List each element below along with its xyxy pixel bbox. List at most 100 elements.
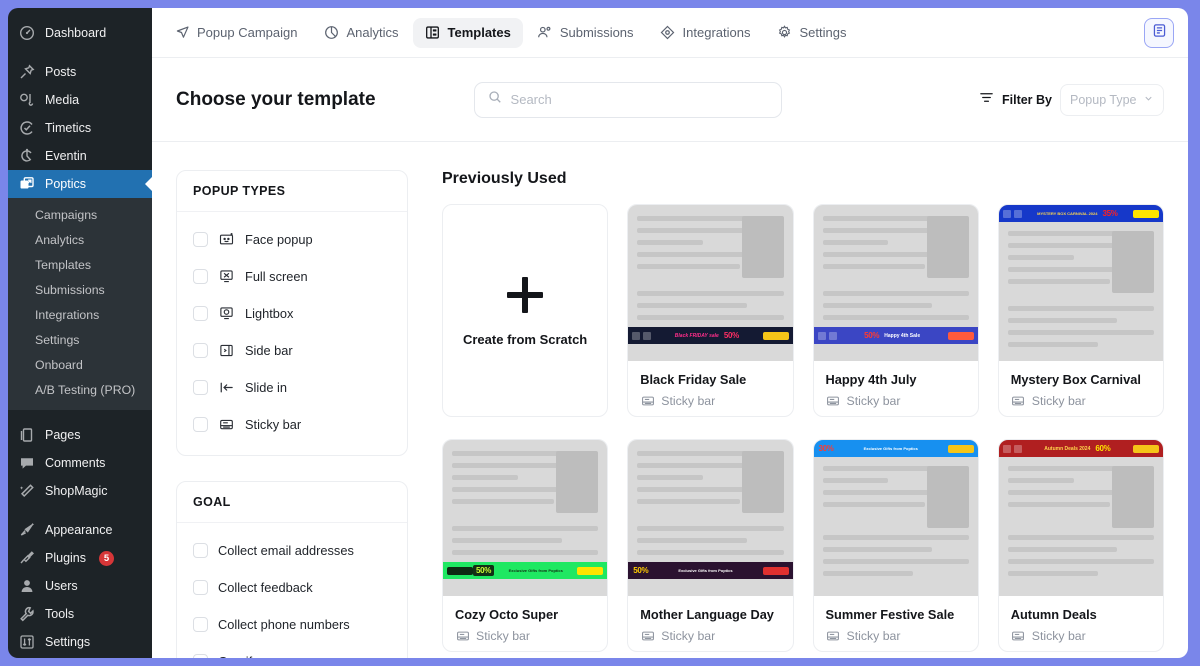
template-meta: Happy 4th July Sticky bar <box>814 361 978 408</box>
sidebar-item-tools[interactable]: Tools <box>8 600 152 628</box>
search-input[interactable] <box>510 92 768 107</box>
tab-templates[interactable]: Templates <box>412 17 523 48</box>
filter-option-face-popup[interactable]: Face popup <box>193 221 391 258</box>
sidebar-item-plugins[interactable]: Plugins 5 <box>8 544 152 572</box>
sidebar-item-label: Tools <box>45 607 75 622</box>
sidebar-item-label: Posts <box>45 64 77 79</box>
filter-option-collect-phone[interactable]: Collect phone numbers <box>193 606 391 643</box>
template-type: Sticky bar <box>846 393 901 408</box>
sticky-bar-icon <box>826 393 841 408</box>
filter-option-full-screen[interactable]: Full screen <box>193 258 391 295</box>
template-thumbnail: 50% Exclusive Gifts from Poptics <box>628 440 793 596</box>
thumbnail-image-placeholder <box>741 451 784 513</box>
book-icon <box>1152 23 1167 43</box>
checkbox[interactable] <box>193 543 208 558</box>
template-card[interactable]: Black FRIDAY sale 50% Black Friday Sale S… <box>627 204 794 417</box>
pages-icon <box>18 426 36 444</box>
template-card[interactable]: 50% Happy 4th Sale Happy 4th July Sticky … <box>812 204 979 417</box>
previously-used-heading: Previously Used <box>442 170 567 187</box>
filter-option-label: Side bar <box>245 343 293 358</box>
checkbox[interactable] <box>193 232 208 247</box>
checkbox[interactable] <box>193 380 208 395</box>
sidebar-item-posts[interactable]: Posts <box>8 58 152 86</box>
checkbox[interactable] <box>193 269 208 284</box>
filter-icon <box>979 90 994 110</box>
filter-option-label: Full screen <box>245 269 308 284</box>
submenu-item-submissions[interactable]: Submissions <box>8 278 152 303</box>
create-from-scratch-card[interactable]: Create from Scratch <box>442 204 609 417</box>
checkbox[interactable] <box>193 306 208 321</box>
banner-text: Exclusive Gifts from Poptics <box>863 446 918 451</box>
documentation-button[interactable] <box>1144 17 1174 48</box>
template-banner-preview: 30% Exclusive Gifts from Poptics <box>813 440 978 457</box>
submenu-item-settings[interactable]: Settings <box>8 328 152 353</box>
timetics-icon <box>18 119 36 137</box>
filter-controls: Filter By Popup Type <box>979 83 1164 116</box>
submenu-item-analytics[interactable]: Analytics <box>8 228 152 253</box>
tab-integrations[interactable]: Integrations <box>648 18 763 48</box>
sidebar-item-shopmagic[interactable]: ShopMagic <box>8 477 152 505</box>
template-title: Cozy Octo Super <box>455 607 559 622</box>
template-card[interactable]: 50% Exclusive Gifts from Poptics Cozy Oc… <box>442 439 609 652</box>
submenu-item-campaigns[interactable]: Campaigns <box>8 203 152 228</box>
tab-analytics[interactable]: Analytics <box>311 18 410 48</box>
template-card[interactable]: 50% Exclusive Gifts from Poptics Mother … <box>627 439 794 652</box>
sidebar-item-appearance[interactable]: Appearance <box>8 516 152 544</box>
filter-option-collect-email[interactable]: Collect email addresses <box>193 532 391 569</box>
submenu-item-templates[interactable]: Templates <box>8 253 152 278</box>
tab-popup-campaign[interactable]: Popup Campaign <box>162 18 309 48</box>
template-banner-preview: Autumn Deals 2024 60% <box>998 440 1163 457</box>
send-icon <box>174 25 190 41</box>
template-card[interactable]: MYSTERY BOX CARNIVAL 2024 35% Mystery Box… <box>997 204 1164 417</box>
filter-option-side-bar[interactable]: Side bar <box>193 332 391 369</box>
checkbox[interactable] <box>193 580 208 595</box>
thumbnail-image-placeholder <box>926 216 969 278</box>
sidebar-item-label: ShopMagic <box>45 484 108 499</box>
submenu-item-integrations[interactable]: Integrations <box>8 303 152 328</box>
side-bar-icon <box>218 342 235 359</box>
sidebar-item-users[interactable]: Users <box>8 572 152 600</box>
filter-option-collect-feedback[interactable]: Collect feedback <box>193 569 391 606</box>
checkbox[interactable] <box>193 617 208 632</box>
search-box[interactable] <box>473 81 782 118</box>
sidebar-item-poptics[interactable]: Poptics <box>8 170 152 198</box>
sidebar-item-comments[interactable]: Comments <box>8 449 152 477</box>
template-type: Sticky bar <box>476 628 530 643</box>
filter-option-label: Collect email addresses <box>218 543 354 558</box>
gear-icon <box>776 25 792 41</box>
sidebar-item-dashboard[interactable]: Dashboard <box>8 19 152 47</box>
filter-option-slide-in[interactable]: Slide in <box>193 369 391 406</box>
thumbnail-image-placeholder <box>926 466 969 528</box>
template-meta: Summer Festive Sale Sticky bar <box>814 596 978 643</box>
sticky-bar-icon <box>218 416 235 433</box>
submenu-item-ab-testing[interactable]: A/B Testing (PRO) <box>8 378 152 403</box>
checkbox[interactable] <box>193 343 208 358</box>
sidebar-item-media[interactable]: Media <box>8 86 152 114</box>
template-card[interactable]: 30% Exclusive Gifts from Poptics Summer … <box>812 439 979 652</box>
filter-option-sticky-bar[interactable]: Sticky bar <box>193 406 391 443</box>
sidebar-item-eventin[interactable]: Eventin <box>8 142 152 170</box>
filter-option-label: Face popup <box>245 232 313 247</box>
tab-submissions[interactable]: Submissions <box>525 18 646 48</box>
sidebar-item-settings[interactable]: Settings <box>8 628 152 656</box>
sidebar-item-pages[interactable]: Pages <box>8 421 152 449</box>
banner-text: MYSTERY BOX CARNIVAL 2024 <box>1037 211 1098 216</box>
checkbox[interactable] <box>193 654 208 658</box>
filter-option-gamify[interactable]: Gamify your messages <box>193 643 391 658</box>
checkbox[interactable] <box>193 417 208 432</box>
submenu-item-onboard[interactable]: Onboard <box>8 353 152 378</box>
popup-type-select[interactable]: Popup Type <box>1060 83 1164 116</box>
sidebar-item-label: Comments <box>45 456 106 471</box>
sticky-bar-icon <box>640 628 655 643</box>
popup-types-filter-card: POPUP TYPES Face popup Full screen Light… <box>176 170 408 456</box>
sidebar-item-label: Pages <box>45 428 81 443</box>
tab-settings[interactable]: Settings <box>764 18 858 48</box>
sidebar-item-timetics[interactable]: Timetics <box>8 114 152 142</box>
template-banner-preview: 50% Exclusive Gifts from Poptics <box>443 562 608 579</box>
template-card[interactable]: Autumn Deals 2024 60% Autumn Deals Stick… <box>997 439 1164 652</box>
filter-option-lightbox[interactable]: Lightbox <box>193 295 391 332</box>
tab-label: Analytics <box>346 25 399 40</box>
plugins-update-badge: 5 <box>99 550 114 566</box>
template-title: Autumn Deals <box>1010 607 1097 622</box>
poptics-main-panel: Popup Campaign Analytics Templates Submi… <box>152 8 1188 658</box>
